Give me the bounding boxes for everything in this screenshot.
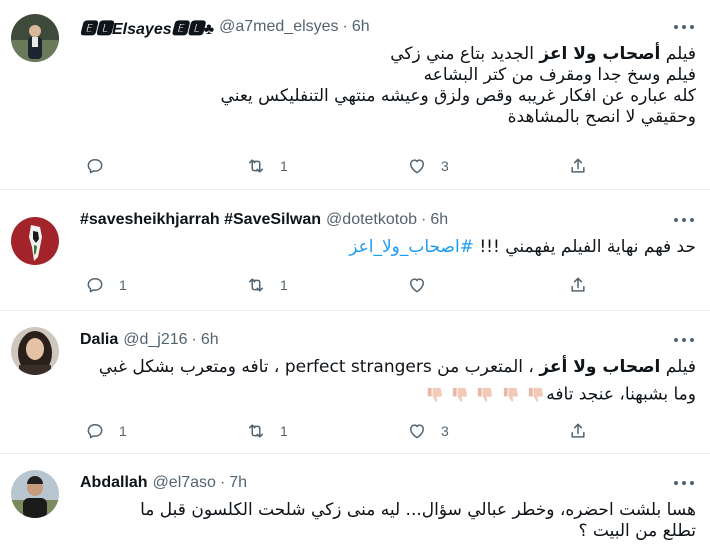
more-dots-icon[interactable] [674,22,694,32]
user-handle[interactable]: @dotetkotob [326,211,417,229]
reply-button[interactable] [85,155,119,177]
thumbs-down-emojis [425,384,547,405]
retweet-icon [249,159,263,173]
tweet-actions: 1 1 [85,274,605,296]
text-segment: حد فهم نهاية الفيلم يفهمني !!! [473,237,696,257]
more-dots-icon[interactable] [674,478,694,488]
retweet-button[interactable]: 1 [246,155,288,177]
separator-dot: · [219,474,226,491]
text-line: كله عباره عن افكار غريبه وقص ولزق وعيشه … [220,86,696,106]
separator-dot: · [421,211,427,228]
share-button[interactable] [568,420,588,442]
text-segment: فيلم [660,357,696,377]
avatar[interactable] [11,14,59,62]
user-handle[interactable]: @a7med_elsyes [219,18,338,36]
text-segment: ، المتعرب من perfect strangers ، تافه وم… [98,357,540,377]
retweet-button[interactable]: 1 [246,420,288,442]
hashtag-link[interactable]: #اصحاب_ولا_اعز [349,237,474,257]
reply-icon [87,424,103,439]
display-name[interactable]: Abdallah [80,474,148,492]
text-line: فيلم وسخ جدا ومقرف من كتر البشاعه [423,65,696,85]
display-name[interactable]: Dalia [80,331,118,349]
text-bold: أصحاب ولا اعز [539,44,661,64]
more-dots-icon[interactable] [674,335,694,345]
retweet-icon [249,278,263,292]
text-line: وما بشبهنا، عنجد تافه [546,384,696,405]
reply-count: 1 [119,423,127,439]
reply-count: 1 [119,277,127,293]
like-count: 3 [441,423,449,439]
avatar[interactable] [11,217,59,265]
thumbs-down-icon [529,387,544,402]
heart-icon [410,278,424,293]
thumbs-down-icon [478,387,493,402]
reply-button[interactable]: 1 [85,274,127,296]
avatar[interactable] [11,327,59,375]
reply-icon [87,159,103,174]
thumbs-down-icon [452,387,468,402]
thumbs-down-icon [427,387,442,402]
separator-dot: · [342,18,348,35]
reply-button[interactable]: 1 [85,420,127,442]
timestamp[interactable]: 6h [352,18,370,36]
text-line: هسا بلشت احضره، وخطر عبالي سؤال... ليه م… [140,500,696,520]
heart-icon [410,159,424,174]
heart-icon [410,424,424,439]
retweet-count: 1 [280,423,288,439]
text-line: وحقيقي لا انصح بالمشاهدة [507,107,696,127]
tweet[interactable]: #savesheikhjarrah #SaveSilwan @dotetkoto… [0,190,710,311]
retweet-icon [249,424,263,438]
tweet-actions: 1 3 [85,155,605,177]
text-segment: الجديد بتاع مني زكي [390,44,540,64]
tweet[interactable]: 🅴🅻Elsayes🅴🅻♣ @a7med_elsyes · 6h فيلم أصح… [0,0,710,190]
tweet[interactable]: Dalia @d_j216 · 6h فيلم اصحاب ولا أعز ، … [0,311,710,454]
share-icon [571,423,585,438]
display-name[interactable]: 🅴🅻Elsayes🅴🅻♣ [80,15,214,39]
tweet[interactable]: Abdallah @el7aso · 7h هسا بلشت احضره، وخ… [0,454,710,550]
retweet-count: 1 [280,158,288,174]
timestamp[interactable]: 6h [201,331,219,349]
share-button[interactable] [568,155,588,177]
tweet-text: فيلم أصحاب ولا اعز الجديد بتاع مني زكي ف… [80,44,696,128]
timestamp[interactable]: 7h [229,474,247,492]
tweet-text: هسا بلشت احضره، وخطر عبالي سؤال... ليه م… [80,500,696,542]
like-button[interactable] [407,274,441,296]
like-count: 3 [441,158,449,174]
like-button[interactable]: 3 [407,420,449,442]
display-name[interactable]: #savesheikhjarrah #SaveSilwan [80,211,321,229]
text-segment: فيلم [660,44,696,64]
tweet-text: حد فهم نهاية الفيلم يفهمني !!! #اصحاب_ول… [80,237,696,258]
timestamp[interactable]: 6h [430,211,448,229]
user-handle[interactable]: @d_j216 [123,331,187,349]
separator-dot: · [191,331,197,348]
retweet-button[interactable]: 1 [246,274,288,296]
like-button[interactable]: 3 [407,155,449,177]
avatar[interactable] [11,470,59,518]
thumbs-down-icon [503,387,518,402]
text-line: تطلع من البيت ؟ [578,521,697,541]
retweet-count: 1 [280,277,288,293]
share-button[interactable] [568,274,588,296]
text-bold: اصحاب ولا أعز [539,357,661,377]
tweet-text: فيلم اصحاب ولا أعز ، المتعرب من perfect … [80,357,696,406]
share-icon [571,277,585,292]
share-icon [571,158,585,173]
reply-icon [87,278,103,293]
more-dots-icon[interactable] [674,215,694,225]
tweet-actions: 1 1 3 [85,420,605,442]
user-handle[interactable]: @el7aso [153,474,216,492]
